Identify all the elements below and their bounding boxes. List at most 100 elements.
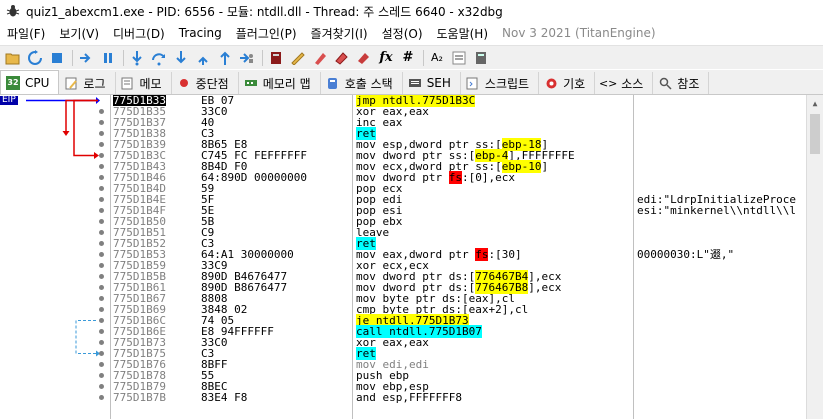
breakpoint-dot[interactable] bbox=[99, 362, 104, 367]
breakpoint-dot[interactable] bbox=[99, 175, 104, 180]
tab-seh[interactable]: SEH bbox=[403, 72, 461, 94]
menu-bar: 파일(F) 보기(V) 디버그(D) Tracing 플러그인(P) 즐겨찾기(… bbox=[0, 22, 823, 44]
patch-icon[interactable] bbox=[289, 49, 307, 67]
instruction-token: and esp,FFFFFFF8 bbox=[356, 391, 462, 404]
menu-help[interactable]: 도움말(H) bbox=[430, 25, 496, 42]
menu-tracing[interactable]: Tracing bbox=[172, 26, 229, 40]
trace-over-icon[interactable] bbox=[194, 49, 212, 67]
breakpoint-dot[interactable] bbox=[99, 351, 104, 356]
cpu-disassembly-view[interactable]: EIP 775D1B33 EB 07 jmp ntdll.775D1B3C 775D1… bbox=[0, 95, 823, 419]
comment-icon[interactable] bbox=[311, 49, 329, 67]
notes-icon bbox=[121, 76, 135, 90]
toolbar: fx # A₂ bbox=[0, 45, 823, 69]
toolbar-divider bbox=[123, 49, 124, 66]
breakpoint-dot[interactable] bbox=[99, 263, 104, 268]
breakpoint-dot[interactable] bbox=[99, 197, 104, 202]
toolbar-divider bbox=[72, 49, 73, 66]
tab-label: 호출 스택 bbox=[344, 76, 393, 91]
build-date: Nov 3 2021 (TitanEngine) bbox=[502, 26, 656, 40]
restart-icon[interactable] bbox=[26, 49, 44, 67]
font-icon[interactable]: A₂ bbox=[428, 49, 446, 67]
source-icon: <> bbox=[598, 76, 618, 90]
breakpoint-dot[interactable] bbox=[99, 285, 104, 290]
breakpoint-dot[interactable] bbox=[99, 340, 104, 345]
menu-debug[interactable]: 디버그(D) bbox=[106, 25, 172, 42]
cpu-chip-icon: 32 bbox=[6, 75, 20, 90]
breakpoint-dot[interactable] bbox=[99, 318, 104, 323]
breakpoint-dot[interactable] bbox=[99, 109, 104, 114]
open-icon[interactable] bbox=[4, 49, 22, 67]
tab-label: 소스 bbox=[621, 76, 644, 91]
trace-into-icon[interactable] bbox=[172, 49, 190, 67]
tab-label: 메모리 맵 bbox=[262, 76, 311, 91]
tab-label: 로그 bbox=[83, 76, 106, 91]
toolbar-divider bbox=[262, 49, 263, 66]
tab-label: 중단점 bbox=[195, 76, 229, 91]
tab-source[interactable]: <> 소스 bbox=[595, 72, 654, 94]
hash-icon[interactable]: # bbox=[399, 49, 417, 67]
breakpoint-dot[interactable] bbox=[99, 241, 104, 246]
disasm-instruction: and esp,FFFFFFF8 bbox=[356, 392, 462, 403]
breakpoint-dot[interactable] bbox=[99, 219, 104, 224]
breakpoint-dot[interactable] bbox=[99, 164, 104, 169]
breakpoint-dot[interactable] bbox=[99, 208, 104, 213]
tab-cpu[interactable]: 32 CPU bbox=[0, 70, 60, 94]
breakpoint-dot[interactable] bbox=[99, 131, 104, 136]
breakpoint-dot[interactable] bbox=[99, 186, 104, 191]
step-into-icon[interactable] bbox=[128, 49, 146, 67]
stop-icon[interactable] bbox=[48, 49, 66, 67]
seh-icon bbox=[408, 76, 422, 90]
menu-options[interactable]: 설정(O) bbox=[375, 25, 430, 42]
bookmark-icon[interactable] bbox=[355, 49, 373, 67]
disasm-comment: esi:"minkernel\\ntdll\\l bbox=[637, 204, 796, 217]
label-icon[interactable] bbox=[333, 49, 351, 67]
script-icon bbox=[466, 76, 480, 90]
breakpoint-icon bbox=[177, 76, 191, 90]
breakpoint-dot[interactable] bbox=[99, 373, 104, 378]
tab-label: CPU bbox=[25, 75, 50, 90]
breakpoint-dot[interactable] bbox=[99, 329, 104, 334]
tab-references[interactable]: 참조 bbox=[653, 72, 710, 94]
breakpoint-dot[interactable] bbox=[99, 230, 104, 235]
menu-view[interactable]: 보기(V) bbox=[52, 25, 106, 42]
breakpoint-dot[interactable] bbox=[99, 296, 104, 301]
breakpoint-dot[interactable] bbox=[99, 120, 104, 125]
tab-call-stack[interactable]: 호출 스택 bbox=[321, 72, 403, 94]
run-to-user-code-icon[interactable] bbox=[238, 49, 256, 67]
scroll-thumb[interactable] bbox=[810, 114, 820, 154]
step-over-icon[interactable] bbox=[150, 49, 168, 67]
breakpoint-dot[interactable] bbox=[99, 252, 104, 257]
run-icon[interactable] bbox=[77, 49, 95, 67]
breakpoint-dot[interactable] bbox=[99, 153, 104, 158]
tab-script[interactable]: 스크립트 bbox=[461, 72, 540, 94]
tab-notes[interactable]: 메모 bbox=[116, 72, 172, 94]
breakpoint-dot[interactable] bbox=[99, 274, 104, 279]
pause-icon[interactable] bbox=[99, 49, 117, 67]
breakpoint-dot[interactable] bbox=[99, 395, 104, 400]
tab-breakpoints[interactable]: 중단점 bbox=[172, 72, 239, 94]
menu-plugins[interactable]: 플러그인(P) bbox=[229, 25, 304, 42]
menu-file[interactable]: 파일(F) bbox=[0, 25, 52, 42]
vertical-scrollbar[interactable]: ▲ bbox=[806, 95, 823, 419]
window-title: quiz1_abexcm1.exe - PID: 6556 - 모듈: ntdl… bbox=[26, 4, 503, 19]
tab-memory-map[interactable]: 메모리 맵 bbox=[239, 72, 321, 94]
tab-label: SEH bbox=[426, 76, 451, 90]
disasm-row[interactable]: 775D1B7B 83E4 F8 and esp,FFFFFFF8 bbox=[0, 392, 823, 403]
scroll-up-icon[interactable]: ▲ bbox=[807, 95, 823, 112]
breakpoint-dot[interactable] bbox=[99, 384, 104, 389]
calculator-icon[interactable] bbox=[472, 49, 490, 67]
strings-icon[interactable] bbox=[450, 49, 468, 67]
toolbar-divider bbox=[423, 49, 424, 66]
menu-favourites[interactable]: 즐겨찾기(I) bbox=[304, 25, 375, 42]
tab-log[interactable]: 로그 bbox=[59, 72, 116, 94]
symbols-icon bbox=[544, 76, 558, 90]
breakpoint-dot[interactable] bbox=[99, 142, 104, 147]
tab-label: 참조 bbox=[677, 76, 700, 91]
disasm-comment: 00000030:L"逫," bbox=[637, 248, 735, 261]
execute-till-return-icon[interactable] bbox=[216, 49, 234, 67]
tab-symbols[interactable]: 기호 bbox=[539, 72, 596, 94]
function-icon[interactable]: fx bbox=[377, 49, 395, 67]
scylla-icon[interactable] bbox=[267, 49, 285, 67]
breakpoint-dot[interactable] bbox=[99, 307, 104, 312]
view-tabs: 32 CPU 로그 메모 중단점 메모리 맵 호출 스택 SEH 스크립트 기호… bbox=[0, 70, 823, 95]
